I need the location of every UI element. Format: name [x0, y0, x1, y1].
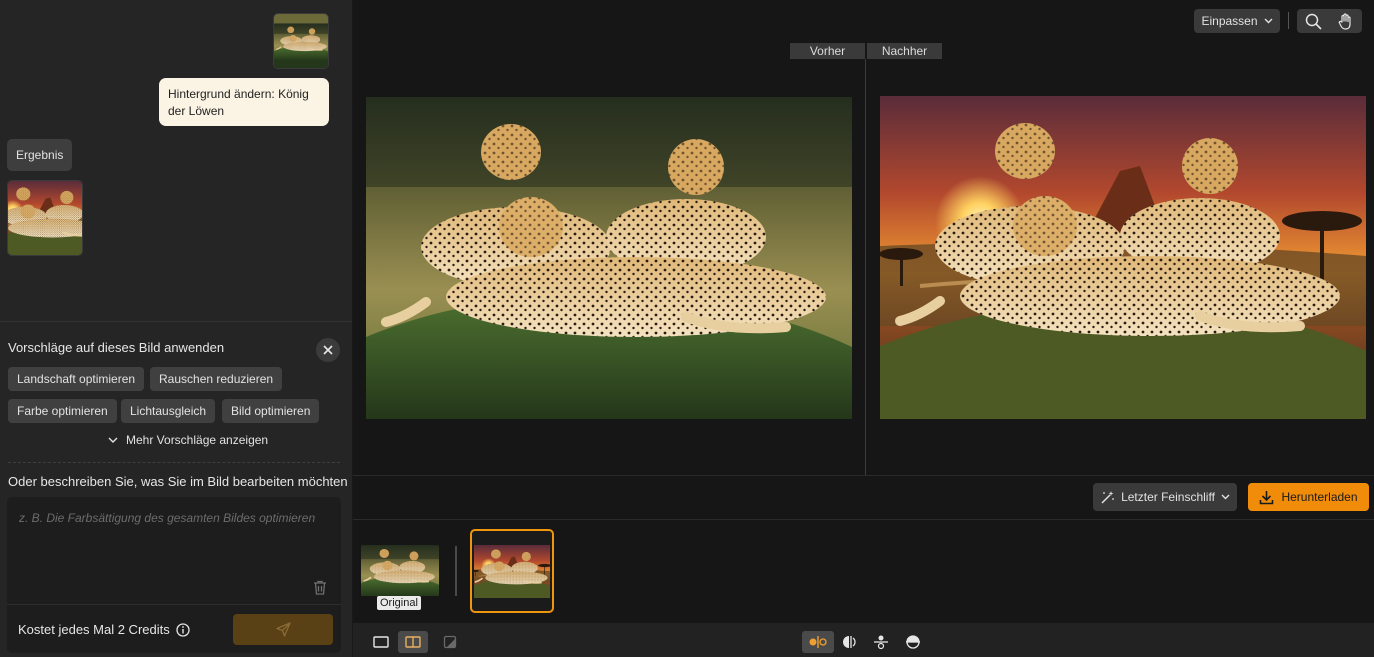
split-view-icon — [405, 636, 421, 648]
original-thumbnail — [361, 545, 439, 596]
mask-icon — [443, 635, 457, 649]
single-view-icon — [373, 636, 389, 648]
compare-divider[interactable] — [865, 59, 866, 475]
close-icon — [323, 345, 333, 355]
before-label: Vorher — [790, 43, 865, 59]
view-tools — [1297, 9, 1362, 33]
toolbar-separator — [1288, 12, 1289, 29]
download-button[interactable]: Herunterladen — [1248, 483, 1369, 511]
zoom-fit-select[interactable]: Einpassen — [1194, 9, 1280, 33]
describe-heading: Oder beschreiben Sie, was Sie im Bild be… — [8, 474, 348, 489]
editor-main: Einpassen Vorher Nachher Letzter Feinsch… — [353, 0, 1374, 657]
suggestion-chip-light[interactable]: Lichtausgleich — [121, 399, 216, 423]
after-label: Nachher — [867, 43, 942, 59]
canvas-divider — [353, 475, 1374, 476]
final-touch-button[interactable]: Letzter Feinschliff — [1093, 483, 1237, 511]
prompt-box — [7, 497, 341, 604]
suggestion-chip-image[interactable]: Bild optimieren — [222, 399, 320, 423]
vertical-split-icon — [843, 636, 856, 648]
search-icon[interactable] — [1305, 13, 1322, 30]
more-suggestions-button[interactable]: Mehr Vorschläge anzeigen — [108, 433, 268, 447]
info-icon[interactable] — [176, 622, 190, 637]
result-label: Ergebnis — [7, 139, 73, 171]
before-image — [366, 97, 852, 419]
chevron-down-icon — [1221, 494, 1230, 500]
single-view-button[interactable] — [366, 631, 396, 653]
mask-view-button[interactable] — [435, 631, 465, 653]
horizontal-split-icon — [874, 635, 888, 650]
compare-slider-icon — [809, 636, 827, 648]
close-suggestions-button[interactable] — [316, 338, 340, 362]
final-touch-label: Letzter Feinschliff — [1121, 490, 1215, 504]
split-view-button[interactable] — [398, 631, 428, 653]
zoom-fit-label: Einpassen — [1201, 14, 1258, 28]
sent-image-thumbnail[interactable] — [273, 13, 329, 69]
prompt-textarea[interactable] — [7, 497, 341, 604]
suggestions-title: Vorschläge auf dieses Bild anwenden — [8, 340, 225, 355]
horizontal-compare-button[interactable] — [866, 631, 896, 653]
filmstrip-divider — [353, 519, 1374, 520]
suggestion-chip-denoise[interactable]: Rauschen reduzieren — [150, 367, 283, 391]
send-button[interactable] — [233, 614, 333, 645]
result-thumbnail — [474, 545, 550, 598]
clear-prompt-button[interactable] — [313, 580, 329, 596]
overlay-compare-button[interactable] — [898, 631, 928, 653]
view-mode-bar — [353, 623, 1374, 657]
user-message-bubble: Hintergrund ändern: König der Löwen — [159, 78, 329, 126]
filmstrip-original[interactable]: Original — [361, 545, 439, 610]
original-caption: Original — [377, 596, 421, 610]
hand-icon[interactable] — [1337, 12, 1354, 30]
compare-slider-mode-button[interactable] — [802, 631, 834, 653]
send-icon — [275, 622, 291, 637]
download-icon — [1260, 490, 1274, 504]
suggestion-chip-color[interactable]: Farbe optimieren — [8, 399, 117, 423]
vertical-compare-button[interactable] — [835, 631, 865, 653]
chevron-down-icon — [108, 437, 118, 443]
cost-bar: Kostet jedes Mal 2 Credits — [7, 604, 341, 653]
cost-info: Kostet jedes Mal 2 Credits — [18, 622, 190, 637]
after-image — [880, 96, 1366, 419]
magic-wand-icon — [1101, 490, 1114, 504]
trash-icon — [314, 580, 326, 595]
chat-panel: Hintergrund ändern: König der Löwen Erge… — [0, 0, 352, 657]
suggestion-chip-landscape[interactable]: Landschaft optimieren — [8, 367, 145, 391]
cost-text: Kostet jedes Mal 2 Credits — [18, 622, 170, 637]
download-label: Herunterladen — [1281, 490, 1358, 504]
filmstrip-separator — [455, 546, 457, 596]
result-image-thumbnail[interactable] — [7, 180, 83, 256]
more-suggestions-label: Mehr Vorschläge anzeigen — [126, 433, 269, 447]
filmstrip-result-selected[interactable] — [470, 529, 554, 613]
overlay-compare-icon — [906, 635, 920, 649]
chevron-down-icon — [1264, 18, 1273, 24]
section-divider — [8, 462, 340, 463]
